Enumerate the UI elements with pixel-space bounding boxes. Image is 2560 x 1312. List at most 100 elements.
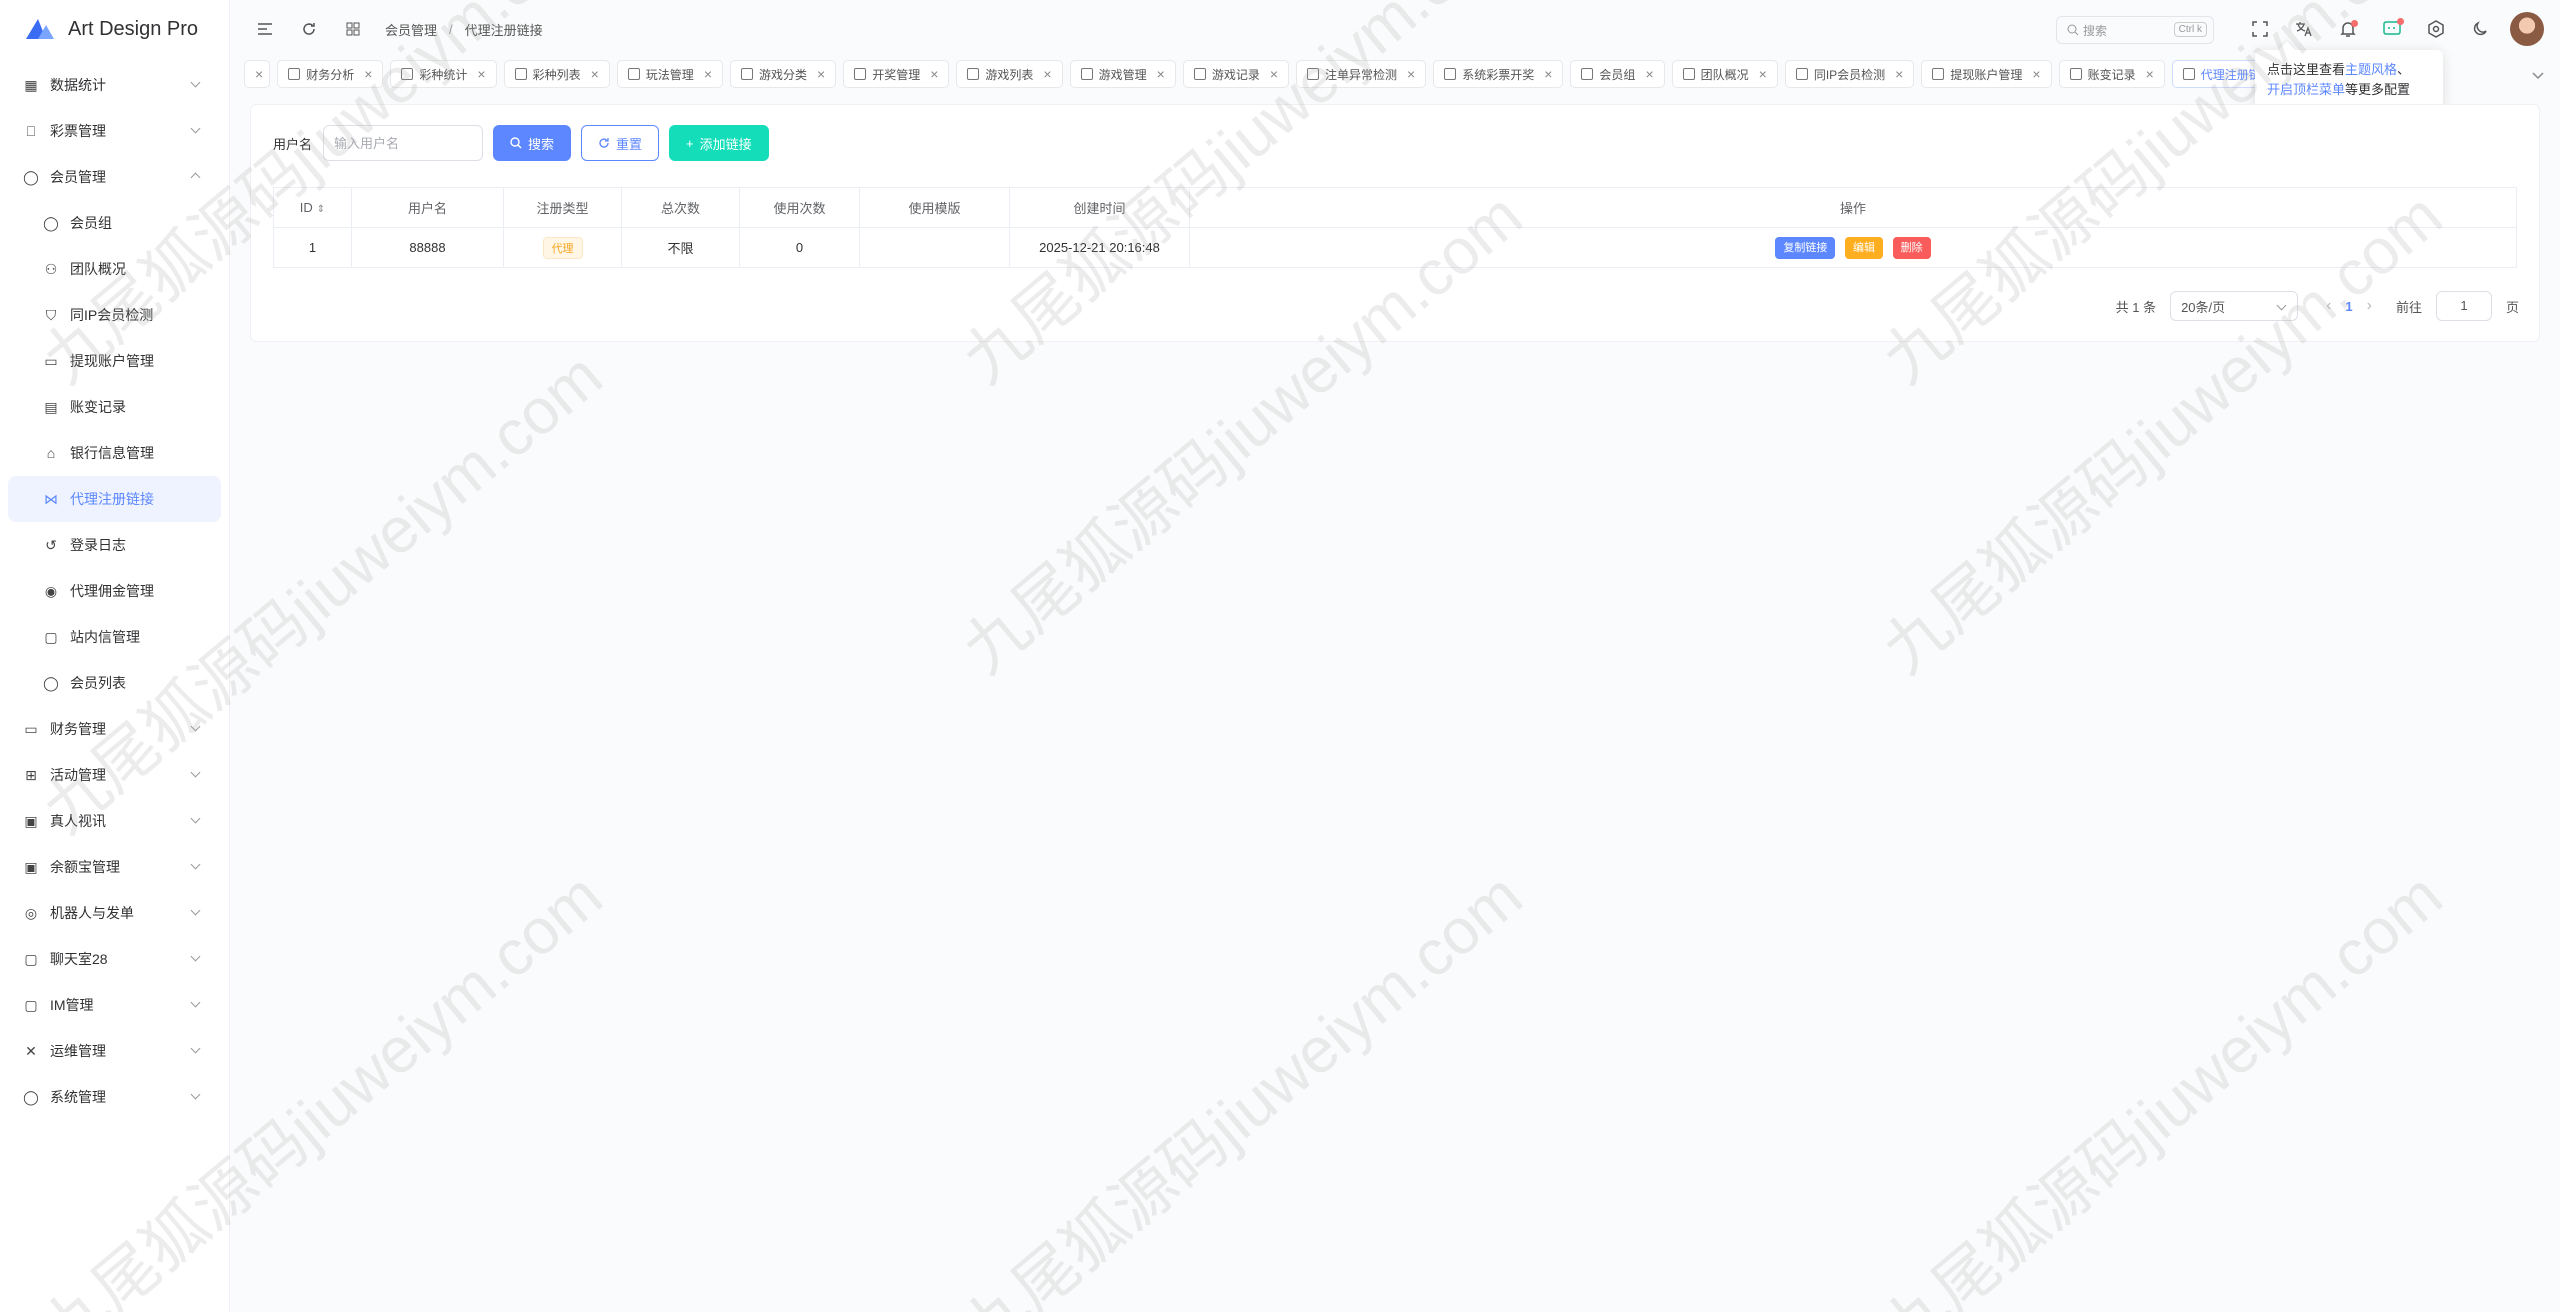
header-actions [2246, 12, 2544, 46]
page-tab[interactable]: 会员组 × [1570, 60, 1665, 88]
sidebar-item[interactable]: ▢ IM管理 [8, 982, 221, 1028]
page-tab[interactable]: 游戏分类 × [730, 60, 837, 88]
tab-label: 玩法管理 [645, 67, 694, 82]
close-icon[interactable]: × [817, 66, 825, 82]
grid-icon[interactable] [339, 15, 367, 43]
notification-icon[interactable] [2334, 12, 2362, 46]
sidebar-item[interactable]: ▢ 站内信管理 [8, 614, 221, 660]
sidebar-item-label: 同IP会员检测 [70, 307, 154, 323]
refresh-icon[interactable] [295, 15, 323, 43]
page-tab[interactable]: 账变记录 × [2058, 60, 2165, 88]
close-icon[interactable]: × [1270, 66, 1278, 82]
close-icon[interactable]: × [1645, 66, 1653, 82]
page-tab[interactable]: 同IP会员检测 × [1784, 60, 1915, 88]
fullscreen-icon[interactable] [2246, 12, 2274, 46]
sidebar-item[interactable]: ◯ 会员组 [8, 200, 221, 246]
sidebar-item[interactable]: ⋈ 代理注册链接 [8, 476, 221, 522]
pagination: 共 1 条 20条/页 ‹ 1 › 前往 1 页 [2116, 291, 2519, 321]
page-tab[interactable]: 开奖管理 × [843, 60, 950, 88]
page-tab[interactable]: 游戏管理 × [1069, 60, 1176, 88]
page-tab[interactable]: 游戏记录 × [1182, 60, 1290, 88]
language-icon[interactable] [2290, 12, 2318, 46]
sidebar-item[interactable]: ⌂ 银行信息管理 [8, 430, 221, 476]
sidebar-item[interactable]: ▣ 余额宝管理 [8, 844, 221, 890]
sidebar-item[interactable]: ▣ 真人视讯 [8, 798, 221, 844]
chat-icon[interactable] [2378, 12, 2406, 46]
reset-button[interactable]: 重置 [581, 125, 660, 161]
goto-page-input[interactable]: 1 [2435, 291, 2492, 321]
sidebar-item[interactable]: ▭ 提现账户管理 [8, 338, 221, 384]
page-tab[interactable]: 注单异常检测 × [1296, 60, 1427, 88]
page-tab[interactable]: 系统彩票开奖 × [1433, 60, 1564, 88]
sidebar-item[interactable]: ⎕ 彩票管理 [8, 108, 221, 154]
page-tab[interactable]: 玩法管理 × [616, 60, 723, 88]
sidebar-item[interactable]: ⛉ 同IP会员检测 [8, 292, 221, 338]
close-icon[interactable]: × [477, 66, 485, 82]
close-icon[interactable]: × [255, 66, 263, 82]
sort-icon[interactable]: ⇕ [317, 204, 325, 215]
logo[interactable]: Art Design Pro [0, 0, 229, 58]
edit-button[interactable]: 编辑 [1845, 236, 1883, 259]
breadcrumb-item[interactable]: 会员管理 [385, 20, 437, 39]
copy-link-button[interactable]: 复制链接 [1775, 236, 1836, 259]
sidebar-item[interactable]: ▢ 聊天室28 [8, 936, 221, 982]
sidebar-item-label: 财务管理 [50, 721, 106, 737]
prev-page-icon[interactable]: ‹ [2326, 297, 2331, 315]
cell-id: 1 [273, 227, 352, 268]
sidebar-item[interactable]: ▤ 账变记录 [8, 384, 221, 430]
tab-label: 账变记录 [2087, 67, 2136, 82]
column-header-used: 使用次数 [739, 187, 860, 228]
sidebar-item-label: 余额宝管理 [50, 859, 120, 875]
search-button[interactable]: 搜索 [493, 125, 572, 161]
page-tab[interactable]: 团队概况 × [1671, 60, 1778, 88]
close-icon[interactable]: × [1043, 66, 1051, 82]
top-menu-link[interactable]: 开启顶栏菜单 [2267, 82, 2345, 97]
page-tab[interactable]: 游戏列表 × [956, 60, 1063, 88]
sidebar-item[interactable]: ▦ 数据统计 [8, 62, 221, 108]
close-icon[interactable]: × [1759, 66, 1767, 82]
page-tab[interactable]: 财务分析 × [277, 60, 384, 88]
chat-icon: ▢ [24, 950, 38, 967]
close-icon[interactable]: × [930, 66, 938, 82]
tab-overflow-edge[interactable]: × [244, 60, 271, 88]
sidebar-item[interactable]: ✕ 运维管理 [8, 1028, 221, 1074]
page-tab[interactable]: 彩种统计 × [390, 60, 497, 88]
close-icon[interactable]: × [2032, 66, 2040, 82]
global-search[interactable]: 搜索 Ctrl k [2056, 16, 2214, 44]
current-page[interactable]: 1 [2345, 299, 2352, 314]
close-icon[interactable]: × [1407, 66, 1415, 82]
page-tab[interactable]: 提现账户管理 × [1921, 60, 2052, 88]
chevron-down-icon[interactable] [2528, 65, 2548, 85]
user-avatar[interactable] [2510, 12, 2544, 46]
sidebar-item[interactable]: ◯ 系统管理 [8, 1074, 221, 1120]
settings-icon[interactable] [2422, 12, 2450, 46]
sidebar-item[interactable]: ↺ 登录日志 [8, 522, 221, 568]
sidebar-item[interactable]: ▭ 财务管理 [8, 706, 221, 752]
theme-style-link[interactable]: 主题风格 [2345, 62, 2397, 77]
delete-button[interactable]: 删除 [1892, 236, 1931, 259]
sidebar-item[interactable]: ◯ 会员列表 [8, 660, 221, 706]
page-size-select[interactable]: 20条/页 [2170, 291, 2299, 321]
next-page-icon[interactable]: › [2367, 297, 2372, 315]
add-link-button[interactable]: + 添加链接 [669, 125, 769, 161]
sidebar-item[interactable]: ⚇ 团队概况 [8, 246, 221, 292]
sidebar-item[interactable]: ◎ 机器人与发单 [8, 890, 221, 936]
close-icon[interactable]: × [1895, 66, 1903, 82]
username-input[interactable] [323, 125, 483, 161]
menu-toggle-icon[interactable] [251, 15, 279, 43]
page-tab[interactable]: 彩种列表 × [503, 60, 610, 88]
close-icon[interactable]: × [364, 66, 372, 82]
close-icon[interactable]: × [1544, 66, 1552, 82]
close-icon[interactable]: × [1157, 66, 1165, 82]
column-header-id[interactable]: ID ⇕ [273, 187, 352, 228]
ticket-icon: ⎕ [26, 122, 36, 139]
dark-mode-icon[interactable] [2466, 12, 2494, 46]
close-icon[interactable]: × [591, 66, 599, 82]
close-icon[interactable]: × [704, 66, 712, 82]
close-icon[interactable]: × [2146, 66, 2154, 82]
sidebar-item[interactable]: ◯ 会员管理 [8, 154, 221, 200]
sidebar-item[interactable]: ◉ 代理佣金管理 [8, 568, 221, 614]
sidebar-item-label: 站内信管理 [70, 629, 140, 645]
sidebar-item[interactable]: ⊞ 活动管理 [8, 752, 221, 798]
tab-page-icon [1193, 68, 1206, 80]
